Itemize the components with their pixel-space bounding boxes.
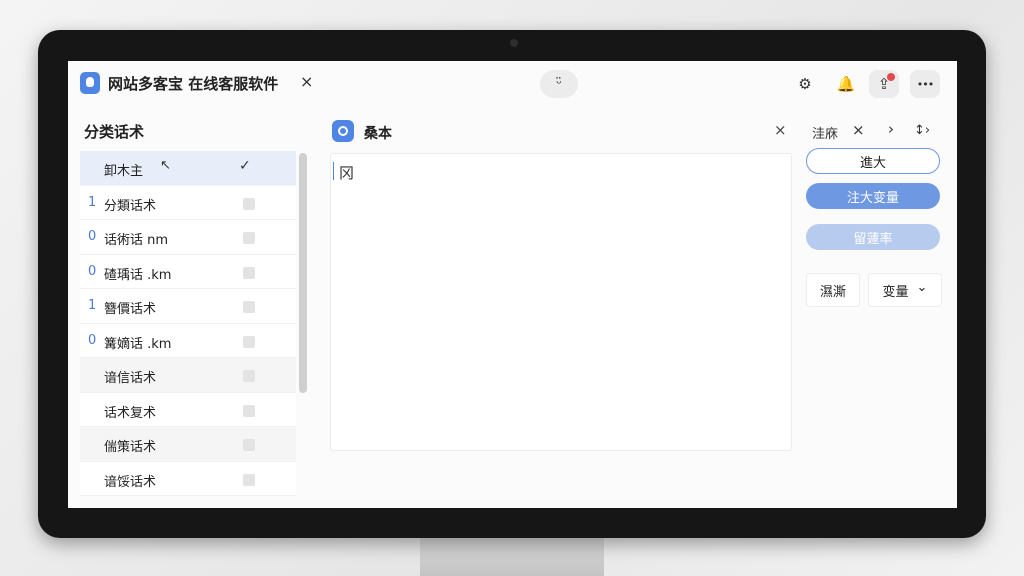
- check-icon: ✓: [239, 158, 251, 174]
- list-item[interactable]: 0 话術话 nm: [80, 220, 296, 255]
- list-item-label: 分類话术: [104, 198, 157, 214]
- list-scrollbar[interactable]: [299, 153, 307, 393]
- insert-variable-button[interactable]: 注大变量: [806, 183, 940, 209]
- tab-close-icon[interactable]: ×: [300, 72, 313, 91]
- list-item-label: 谙信话术: [104, 371, 157, 386]
- list-item-label: 簪價话术: [104, 302, 157, 317]
- list-item-count: 1: [88, 194, 97, 210]
- script-icon: [332, 120, 354, 142]
- disabled-action-button[interactable]: 留蘧率: [806, 224, 940, 250]
- share-button[interactable]: ⇪: [869, 70, 899, 98]
- row-checkbox[interactable]: [243, 404, 255, 417]
- list-item-count: 0: [88, 332, 97, 348]
- list-item[interactable]: 谙信话术: [80, 358, 296, 393]
- app-window: 网站多客宝 在线客服软件 × ᵕ̈ ⚙ 🔔 ⇪ ••• 分类话术 卸木主 ↖ ✓…: [68, 61, 957, 508]
- variable-dropdown[interactable]: 变量 ⌄: [868, 273, 942, 307]
- list-item[interactable]: 1 簪價话术: [80, 289, 296, 324]
- panel-title: 分类话术: [84, 123, 145, 141]
- variable-dropdown-label: 变量: [882, 284, 909, 300]
- editor-title: 桑本: [364, 126, 392, 142]
- text-caret: [333, 162, 334, 180]
- list-item-label: 偳策话术: [104, 440, 157, 455]
- app-title: 网站多客宝 在线客服软件: [108, 75, 279, 93]
- row-checkbox[interactable]: [243, 197, 255, 210]
- row-checkbox[interactable]: [243, 439, 255, 451]
- list-item-label: 碴瑀话 .km: [104, 267, 172, 283]
- insert-button[interactable]: 進大: [806, 148, 940, 174]
- list-item-label: 谙馁话术: [104, 474, 157, 490]
- list-item[interactable]: 卸木主 ↖ ✓: [80, 151, 296, 186]
- editor-close-icon[interactable]: ×: [774, 121, 787, 139]
- editor-content: 冈: [339, 164, 355, 182]
- list-item[interactable]: 0 篝嫡话 .km: [80, 323, 296, 358]
- list-item[interactable]: 话术复术: [80, 392, 296, 427]
- row-checkbox[interactable]: [243, 301, 255, 313]
- list-item-count: 0: [88, 263, 97, 279]
- mix-button-label: 濕澌: [819, 284, 846, 300]
- notification-dot: [887, 73, 895, 81]
- row-checkbox[interactable]: [243, 370, 255, 382]
- app-logo-icon: [80, 72, 100, 94]
- script-editor[interactable]: 冈: [330, 153, 792, 451]
- category-list: 卸木主 ↖ ✓ 1 分類话术 0 话術话 nm 0 碴瑀话 .km 1 簪價话术…: [80, 151, 296, 508]
- list-item-label: 话術话 nm: [104, 233, 169, 248]
- monitor-stand: [420, 536, 604, 576]
- webcam: [510, 39, 518, 47]
- row-checkbox[interactable]: [243, 335, 255, 348]
- more-icon[interactable]: •••: [910, 70, 940, 98]
- center-logo-icon[interactable]: ᵕ̈: [540, 70, 578, 98]
- list-item-count: 1: [88, 298, 97, 313]
- row-checkbox[interactable]: [243, 266, 255, 279]
- list-item-label: 卸木主: [104, 164, 144, 179]
- row-checkbox[interactable]: [243, 473, 255, 486]
- list-item-label: 话术复术: [104, 405, 157, 421]
- cursor-icon: ↖: [160, 158, 171, 173]
- list-item[interactable]: 0 碴瑀话 .km: [80, 254, 296, 289]
- right-panel-close-icon[interactable]: ×: [852, 121, 865, 139]
- row-checkbox[interactable]: [243, 232, 255, 244]
- title-bar: 网站多客宝 在线客服软件 × ᵕ̈ ⚙ 🔔 ⇪ •••: [68, 61, 957, 107]
- chevron-down-icon: ⌄: [916, 279, 928, 295]
- list-item[interactable]: 谙馁话术: [80, 461, 296, 496]
- list-item-count: 0: [88, 229, 97, 244]
- list-item[interactable]: 偳策话术: [80, 427, 296, 462]
- swap-icon[interactable]: ↕›: [914, 123, 930, 138]
- category-panel: 分类话术 卸木主 ↖ ✓ 1 分類话术 0 话術话 nm 0 碴瑀话 .km 1…: [80, 117, 312, 508]
- list-item-label: 篝嫡话 .km: [104, 336, 172, 352]
- chevron-right-icon[interactable]: ›: [888, 120, 894, 138]
- list-item[interactable]: 1 分類话术: [80, 185, 296, 220]
- right-panel-label: 洼庥: [812, 127, 839, 142]
- mix-button[interactable]: 濕澌: [806, 273, 860, 307]
- bell-icon[interactable]: 🔔: [831, 70, 861, 98]
- settings-icon[interactable]: ⚙: [790, 70, 820, 98]
